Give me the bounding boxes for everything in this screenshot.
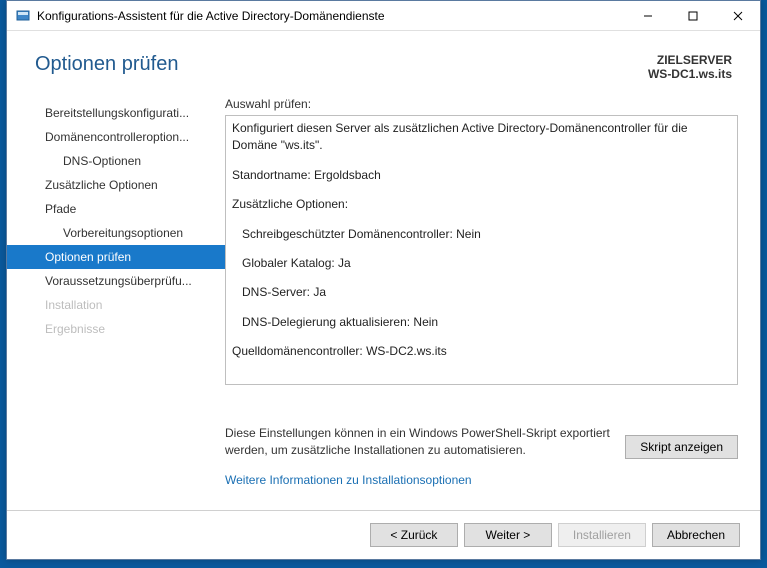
target-server-box: ZIELSERVER WS-DC1.ws.its (648, 53, 732, 81)
nav-step[interactable]: Zusätzliche Optionen (7, 173, 225, 197)
wizard-footer: < Zurück Weiter > Installieren Abbrechen (7, 510, 760, 559)
review-line: Standortname: Ergoldsbach (232, 167, 731, 184)
nav-step[interactable]: Voraussetzungsüberprüfu... (7, 269, 225, 293)
nav-step[interactable]: Domänencontrolleroption... (7, 125, 225, 149)
next-button[interactable]: Weiter > (464, 523, 552, 547)
section-label: Auswahl prüfen: (225, 97, 738, 111)
review-line: Globaler Katalog: Ja (232, 255, 731, 272)
close-button[interactable] (715, 1, 760, 30)
nav-step[interactable]: Pfade (7, 197, 225, 221)
target-server-value: WS-DC1.ws.its (648, 67, 732, 81)
cancel-button[interactable]: Abbrechen (652, 523, 740, 547)
target-server-label: ZIELSERVER (648, 53, 732, 67)
review-line: DNS-Delegierung aktualisieren: Nein (232, 314, 731, 331)
nav-step: Installation (7, 293, 225, 317)
nav-step[interactable]: DNS-Optionen (7, 149, 225, 173)
nav-step[interactable]: Bereitstellungskonfigurati... (7, 101, 225, 125)
minimize-button[interactable] (625, 1, 670, 30)
maximize-button[interactable] (670, 1, 715, 30)
page-header: Optionen prüfen ZIELSERVER WS-DC1.ws.its (7, 31, 760, 89)
page-title: Optionen prüfen (35, 53, 178, 76)
nav-step: Ergebnisse (7, 317, 225, 341)
titlebar: Konfigurations-Assistent für die Active … (7, 1, 760, 31)
wizard-body: Bereitstellungskonfigurati...Domänencont… (7, 89, 760, 510)
review-line: Konfiguriert diesen Server als zusätzlic… (232, 120, 731, 155)
more-info-link[interactable]: Weitere Informationen zu Installationsop… (225, 473, 738, 487)
window-title: Konfigurations-Assistent für die Active … (37, 9, 625, 23)
view-script-button[interactable]: Skript anzeigen (625, 435, 738, 459)
review-line: DNS-Server: Ja (232, 284, 731, 301)
review-line: Zusätzliche Optionen: (232, 196, 731, 213)
install-button[interactable]: Installieren (558, 523, 646, 547)
export-hint: Diese Einstellungen können in ein Window… (225, 425, 625, 459)
step-nav: Bereitstellungskonfigurati...Domänencont… (7, 89, 225, 510)
review-line: Schreibgeschützter Domänencontroller: Ne… (232, 226, 731, 243)
review-line: Quelldomänencontroller: WS-DC2.ws.its (232, 343, 731, 360)
app-icon (15, 8, 31, 24)
back-button[interactable]: < Zurück (370, 523, 458, 547)
review-textbox[interactable]: Konfiguriert diesen Server als zusätzlic… (225, 115, 738, 385)
wizard-window: Konfigurations-Assistent für die Active … (6, 0, 761, 560)
review-panel: Auswahl prüfen: Konfiguriert diesen Serv… (225, 89, 760, 510)
nav-step[interactable]: Vorbereitungsoptionen (7, 221, 225, 245)
nav-step[interactable]: Optionen prüfen (7, 245, 225, 269)
